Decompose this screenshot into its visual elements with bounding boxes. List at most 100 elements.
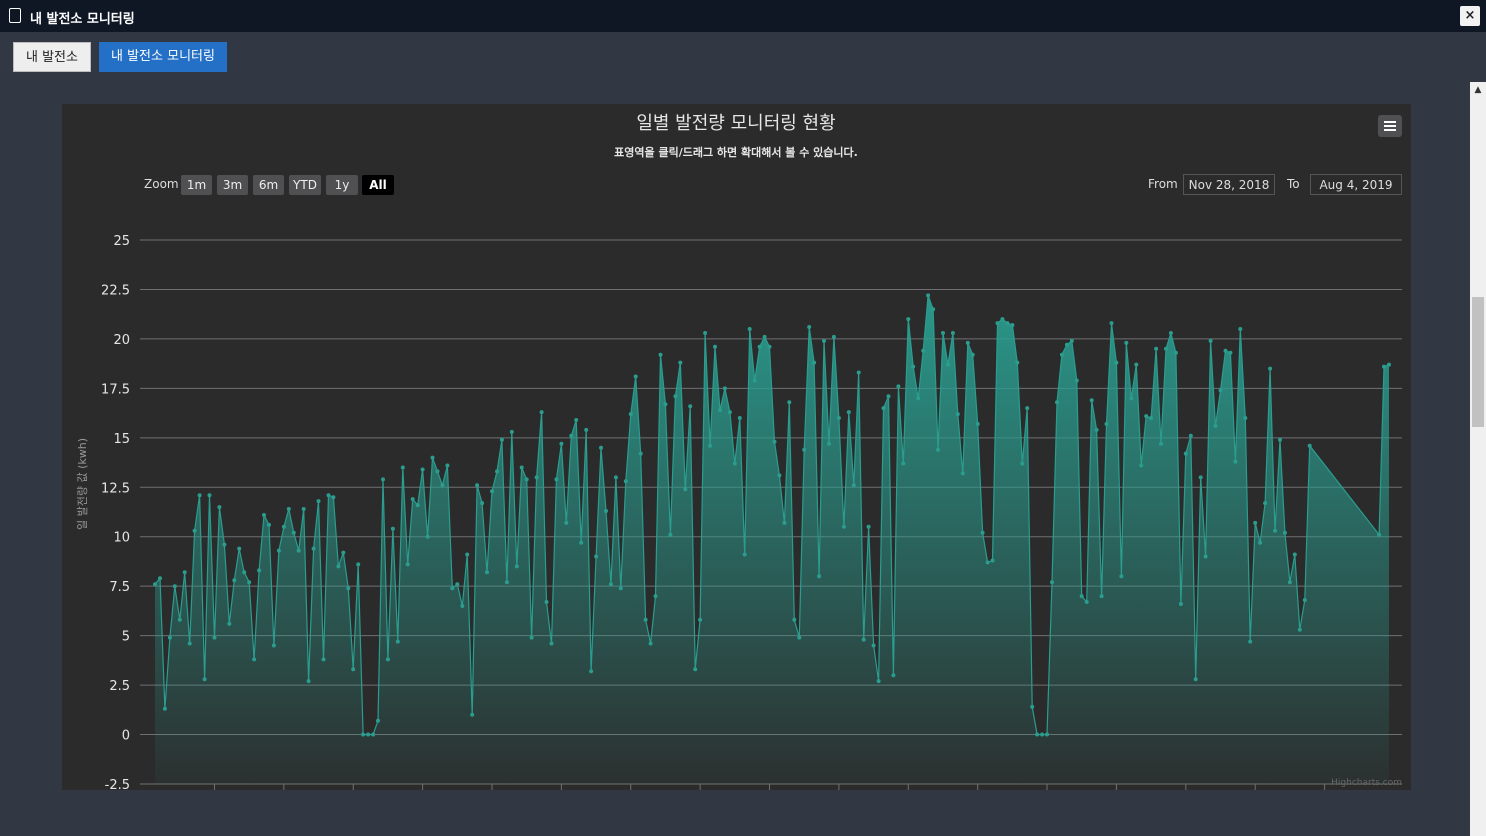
data-point[interactable] [1035,732,1040,737]
data-point[interactable] [822,338,826,343]
data-point[interactable] [1010,323,1015,328]
data-point[interactable] [673,394,678,399]
data-point[interactable] [782,520,787,525]
data-point[interactable] [400,465,405,470]
data-point[interactable] [613,475,618,480]
data-point[interactable] [950,331,955,335]
data-point[interactable] [455,582,460,587]
data-point[interactable] [346,586,351,591]
data-point[interactable] [1302,598,1307,602]
vertical-scrollbar[interactable]: ▲ [1470,82,1486,836]
data-point[interactable] [529,635,534,640]
data-point[interactable] [1074,378,1079,383]
data-point[interactable] [608,582,613,587]
data-point[interactable] [767,344,772,349]
data-point[interactable] [1292,552,1297,557]
data-point[interactable] [1020,461,1025,466]
data-point[interactable] [1124,340,1129,345]
data-point[interactable] [430,455,435,460]
data-point[interactable] [722,386,727,391]
data-point[interactable] [267,522,271,527]
data-point[interactable] [276,548,281,553]
data-point[interactable] [732,461,737,466]
data-point[interactable] [708,443,713,448]
data-point[interactable] [648,641,653,646]
data-point[interactable] [941,331,945,335]
data-point[interactable] [876,679,881,684]
data-point[interactable] [480,501,485,506]
data-point[interactable] [331,495,336,500]
data-point[interactable] [410,497,415,502]
data-point[interactable] [1134,362,1139,367]
from-date-input[interactable]: Nov 28, 2018 [1183,174,1275,195]
data-point[interactable] [1273,528,1277,533]
series-area[interactable] [153,293,1391,784]
data-point[interactable] [252,657,257,662]
data-point[interactable] [227,621,232,626]
data-point[interactable] [911,364,916,369]
data-point[interactable] [747,327,752,331]
data-point[interactable] [658,352,663,357]
data-point[interactable] [420,467,425,472]
data-point[interactable] [975,422,980,426]
data-point[interactable] [1183,451,1188,456]
data-point[interactable] [1208,338,1213,343]
data-point[interactable] [465,552,470,557]
data-point[interactable] [316,499,321,504]
data-point[interactable] [460,604,465,608]
data-point[interactable] [1114,360,1119,365]
data-point[interactable] [167,635,172,640]
data-point[interactable] [683,487,688,492]
data-point[interactable] [1149,416,1154,420]
data-point[interactable] [534,475,539,480]
data-point[interactable] [797,635,802,640]
data-point[interactable] [1079,594,1084,599]
data-point[interactable] [1084,600,1089,604]
data-point[interactable] [698,617,703,622]
data-point[interactable] [1015,360,1020,365]
zoom-6m-button[interactable]: 6m [253,175,284,195]
data-point[interactable] [440,483,445,488]
data-point[interactable] [1377,532,1382,537]
data-point[interactable] [514,564,519,569]
data-point[interactable] [1382,364,1386,369]
data-point[interactable] [623,479,628,484]
tab-my-plant[interactable]: 내 발전소 [13,42,91,72]
data-point[interactable] [757,344,762,349]
data-point[interactable] [1258,540,1263,545]
data-point[interactable] [217,505,222,510]
data-point[interactable] [1089,398,1094,403]
data-point[interactable] [177,617,182,622]
data-point[interactable] [633,374,638,379]
data-point[interactable] [1238,327,1243,331]
data-point[interactable] [965,340,970,345]
data-point[interactable] [192,528,197,533]
to-date-input[interactable]: Aug 4, 2019 [1310,174,1402,195]
data-point[interactable] [901,461,906,466]
data-point[interactable] [688,404,693,409]
data-point[interactable] [435,469,440,474]
data-point[interactable] [906,317,911,322]
data-point[interactable] [153,582,157,587]
data-point[interactable] [564,520,569,525]
data-point[interactable] [247,580,252,585]
data-point[interactable] [162,706,167,711]
data-point[interactable] [896,384,901,389]
data-point[interactable] [1000,317,1005,322]
zoom-ytd-button[interactable]: YTD [289,175,321,195]
data-point[interactable] [187,641,192,646]
data-point[interactable] [1094,427,1099,432]
data-point[interactable] [371,732,376,737]
data-point[interactable] [663,402,668,407]
data-point[interactable] [202,677,207,682]
data-point[interactable] [361,732,366,737]
data-point[interactable] [470,712,475,717]
data-point[interactable] [995,321,1000,326]
data-point[interactable] [381,477,385,482]
data-point[interactable] [1040,732,1045,737]
data-point[interactable] [1248,639,1253,644]
data-point[interactable] [1005,321,1010,326]
data-point[interactable] [777,473,782,478]
data-point[interactable] [1119,574,1124,579]
data-point[interactable] [1144,414,1149,419]
